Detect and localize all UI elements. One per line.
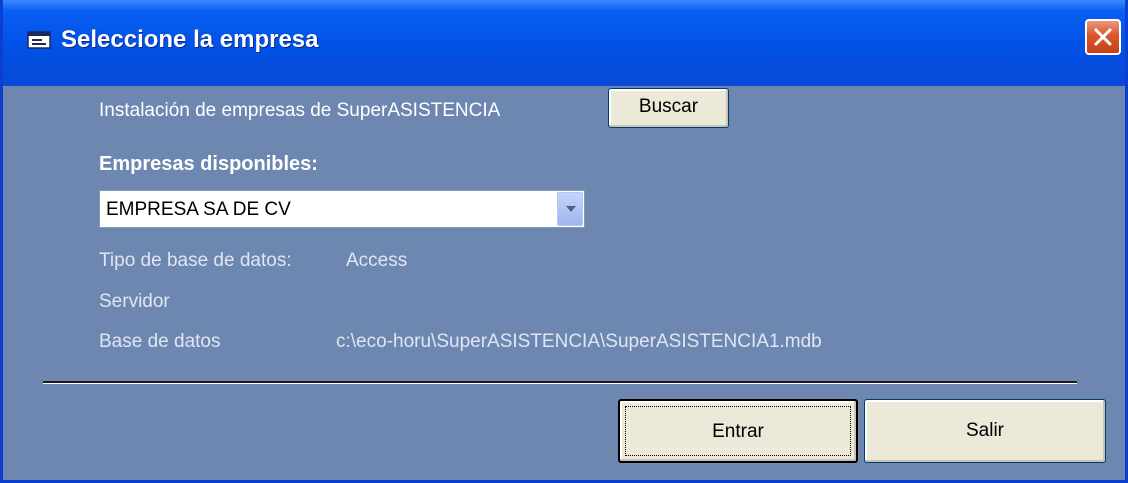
company-select-dropdown-button[interactable] [557, 192, 583, 226]
db-type-value: Access [346, 250, 408, 271]
dialog-window: Seleccione la empresa Instalación de emp… [0, 0, 1128, 483]
company-select[interactable]: EMPRESA SA DE CV [99, 190, 585, 228]
window-title: Seleccione la empresa [61, 26, 319, 53]
db-type-label: Tipo de base de datos: [99, 250, 292, 271]
company-select-value: EMPRESA SA DE CV [106, 199, 291, 220]
server-label: Servidor [99, 291, 170, 312]
exit-button-label: Salir [965, 420, 1004, 441]
close-icon [1094, 28, 1112, 46]
exit-button[interactable]: Salir [864, 399, 1106, 463]
focus-rectangle [625, 406, 851, 456]
search-button-label: Buscar [638, 96, 699, 117]
close-button[interactable] [1085, 19, 1121, 55]
install-label: Instalación de empresas de SuperASISTENC… [99, 100, 501, 121]
title-bar[interactable]: Seleccione la empresa [3, 0, 1125, 86]
database-label: Base de datos [99, 331, 221, 352]
enter-button[interactable]: Entrar [618, 399, 858, 463]
chevron-down-icon [566, 206, 576, 212]
companies-label: Empresas disponibles: [99, 153, 318, 175]
search-button[interactable]: Buscar [608, 88, 729, 128]
divider [43, 381, 1077, 384]
window-icon [27, 31, 51, 49]
database-path: c:\eco-horu\SuperASISTENCIA\SuperASISTEN… [336, 331, 822, 352]
